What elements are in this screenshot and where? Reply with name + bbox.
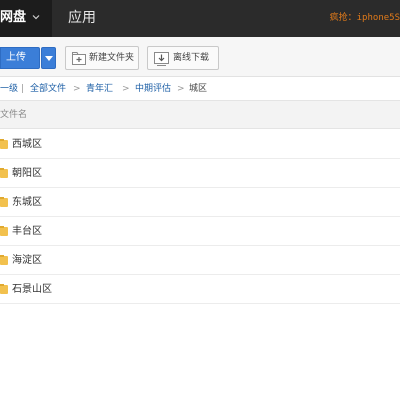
file-name[interactable]: 丰台区 [12, 225, 42, 238]
file-row[interactable]: 朝阳区 [0, 159, 400, 188]
promo-prefix: 疯抢： [329, 13, 357, 23]
new-folder-label: 新建文件夹 [89, 53, 135, 63]
column-header-filename[interactable]: 文件名 [0, 109, 27, 121]
chevron-down-icon [32, 15, 40, 20]
folder-icon [0, 197, 8, 207]
upload-button[interactable]: 上传 [0, 47, 40, 69]
breadcrumb: 一级 | 全部文件 > 青年汇 > 中期评估 > 城区 [0, 78, 400, 100]
file-name[interactable]: 朝阳区 [12, 167, 42, 180]
folder-icon [0, 139, 8, 149]
file-row[interactable]: 东城区 [0, 188, 400, 217]
new-folder-button[interactable]: 新建文件夹 [65, 46, 139, 70]
file-row[interactable]: 石景山区 [0, 275, 400, 304]
top-navigation-bar: 网盘 应用 疯抢：iphone5S [0, 0, 400, 37]
file-row[interactable]: 西城区 [0, 130, 400, 159]
folder-icon [0, 284, 8, 294]
new-folder-icon [72, 52, 86, 65]
folder-icon [0, 168, 8, 178]
breadcrumb-separator: > [177, 84, 185, 94]
upload-button-label: 上传 [6, 52, 26, 63]
breadcrumb-current: 城区 [189, 84, 208, 94]
caret-down-icon [45, 56, 53, 61]
upload-dropdown-button[interactable] [41, 47, 56, 69]
brand-menu[interactable]: 网盘 [0, 0, 52, 37]
download-icon [154, 52, 169, 66]
promo-model: iphone5S [356, 13, 400, 23]
file-name[interactable]: 石景山区 [12, 283, 52, 296]
breadcrumb-item-youth[interactable]: 青年汇 [86, 78, 113, 100]
breadcrumb-item-all-files[interactable]: 全部文件 [30, 78, 66, 100]
brand-title: 网盘 [0, 10, 27, 25]
file-name[interactable]: 东城区 [12, 196, 42, 209]
file-toolbar: 上传 新建文件夹 离线下载 [0, 37, 400, 77]
file-name[interactable]: 西城区 [12, 138, 42, 151]
file-row[interactable]: 丰台区 [0, 217, 400, 246]
offline-download-button[interactable]: 离线下载 [147, 46, 219, 70]
file-name[interactable]: 海淀区 [12, 254, 42, 267]
breadcrumb-item-midterm[interactable]: 中期评估 [135, 78, 171, 100]
nav-tab-apps[interactable]: 应用 [68, 9, 96, 27]
offline-download-label: 离线下载 [173, 53, 210, 63]
folder-icon [0, 226, 8, 236]
breadcrumb-separator: > [122, 84, 130, 94]
breadcrumb-separator: > [73, 84, 81, 94]
folder-icon [0, 255, 8, 265]
file-list-header: 文件名 [0, 100, 400, 129]
promo-link[interactable]: 疯抢：iphone5S [330, 12, 400, 24]
breadcrumb-back-link[interactable]: 一级 [0, 78, 18, 100]
file-row[interactable]: 海淀区 [0, 246, 400, 275]
breadcrumb-divider: | [21, 84, 25, 94]
